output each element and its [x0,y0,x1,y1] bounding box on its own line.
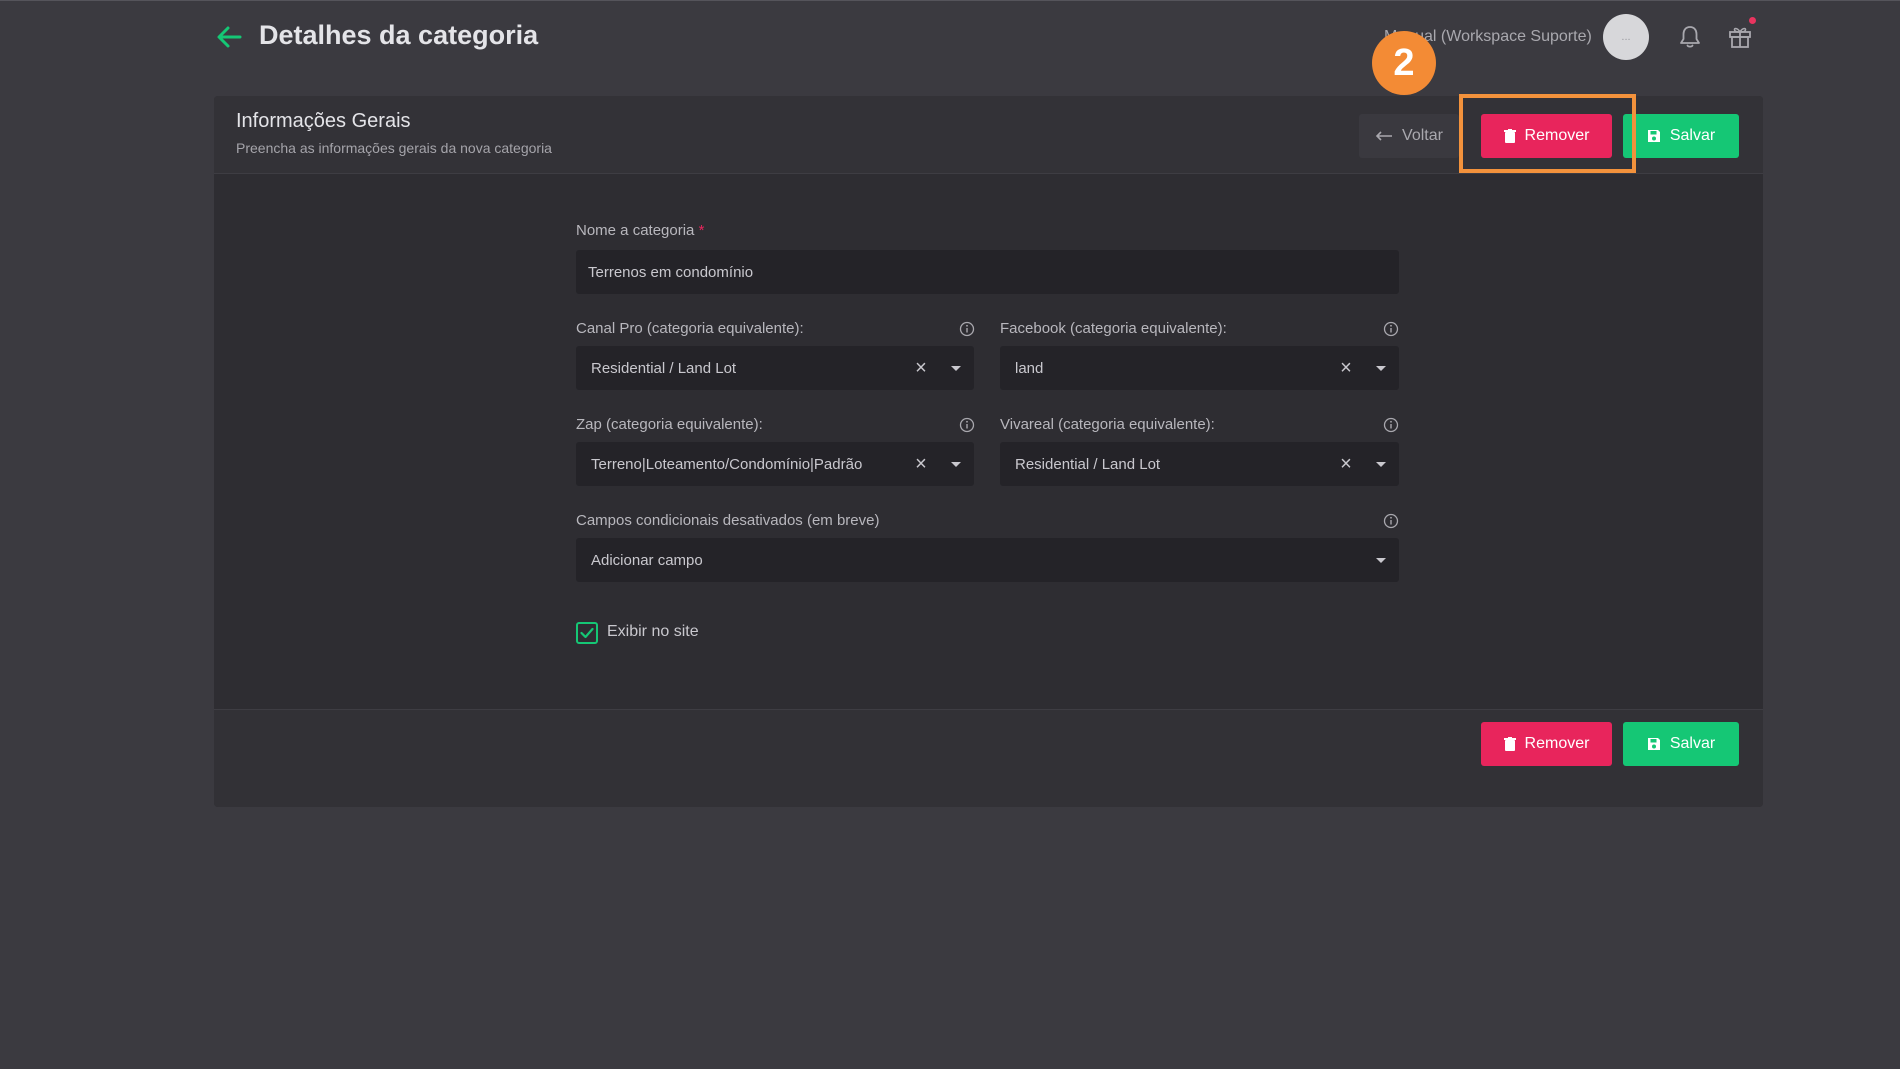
card-title: Informações Gerais [236,110,411,132]
vivareal-value: Residential / Land Lot [1015,455,1161,473]
vivareal-select[interactable]: Residential / Land Lot × [1000,442,1399,486]
save-icon [1647,130,1660,142]
campos-placeholder: Adicionar campo [591,551,703,569]
remover-button-bottom[interactable]: Remover [1481,722,1612,766]
vivareal-label: Vivareal (categoria equivalente): [1000,416,1215,433]
zap-label: Zap (categoria equivalente): [576,416,763,433]
salvar-button-bottom[interactable]: Salvar [1623,722,1739,766]
salvar-label: Salvar [1669,735,1716,752]
exibir-checkbox[interactable] [576,622,598,644]
required-mark: * [698,222,705,239]
facebook-label: Facebook (categoria equivalente): [1000,320,1227,337]
exibir-label[interactable]: Exibir no site [607,623,699,641]
info-icon[interactable] [1383,321,1399,337]
campos-label: Campos condicionais desativados (em brev… [576,512,880,529]
avatar[interactable]: ... [1603,14,1649,60]
notification-dot [1749,17,1756,24]
name-label: Nome a categoria * [576,222,704,239]
save-icon [1647,738,1660,750]
gift-icon[interactable] [1726,22,1754,50]
card-subtitle: Preencha as informações gerais da nova c… [236,140,552,156]
salvar-label: Salvar [1669,127,1716,144]
bell-icon[interactable] [1677,24,1703,50]
category-card: Informações Gerais Preencha as informaçõ… [214,96,1763,807]
back-arrow-icon[interactable] [214,22,244,52]
canal-pro-select[interactable]: Residential / Land Lot × [576,346,974,390]
info-icon[interactable] [1383,513,1399,529]
facebook-select[interactable]: land × [1000,346,1399,390]
clear-icon[interactable]: × [1329,346,1363,390]
remover-label: Remover [1524,735,1590,752]
card-footer: Remover Salvar [214,709,1763,807]
voltar-label: Voltar [1402,127,1443,144]
info-icon[interactable] [959,321,975,337]
page-title: Detalhes da categoria [259,20,539,50]
chevron-down-icon[interactable] [938,346,974,390]
salvar-button-top[interactable]: Salvar [1623,114,1739,158]
check-icon [580,627,594,639]
arrow-left-icon [1375,131,1393,141]
chevron-down-icon[interactable] [1363,442,1399,486]
info-icon[interactable] [959,417,975,433]
step-badge: 2 [1372,31,1436,95]
facebook-value: land [1015,359,1044,377]
category-name-input[interactable]: Terrenos em condomínio [576,250,1399,294]
chevron-down-icon[interactable] [938,442,974,486]
zap-select[interactable]: Terreno|Loteamento/Condomínio|Padrão × [576,442,974,486]
page-header: Detalhes da categoria Manual (Workspace … [0,0,1900,80]
canal-pro-value: Residential / Land Lot [591,359,737,377]
chevron-down-icon[interactable] [1363,346,1399,390]
clear-icon[interactable]: × [904,346,938,390]
zap-value: Terreno|Loteamento/Condomínio|Padrão [591,455,863,473]
info-icon[interactable] [1383,417,1399,433]
clear-icon[interactable]: × [904,442,938,486]
category-name-value: Terrenos em condomínio [588,263,754,281]
highlight-box [1459,94,1636,173]
chevron-down-icon[interactable] [1363,538,1399,582]
campos-select[interactable]: Adicionar campo [576,538,1399,582]
voltar-button[interactable]: Voltar [1359,114,1459,158]
trash-icon [1503,737,1516,751]
canal-pro-label: Canal Pro (categoria equivalente): [576,320,804,337]
clear-icon[interactable]: × [1329,442,1363,486]
name-label-text: Nome a categoria [576,222,695,239]
